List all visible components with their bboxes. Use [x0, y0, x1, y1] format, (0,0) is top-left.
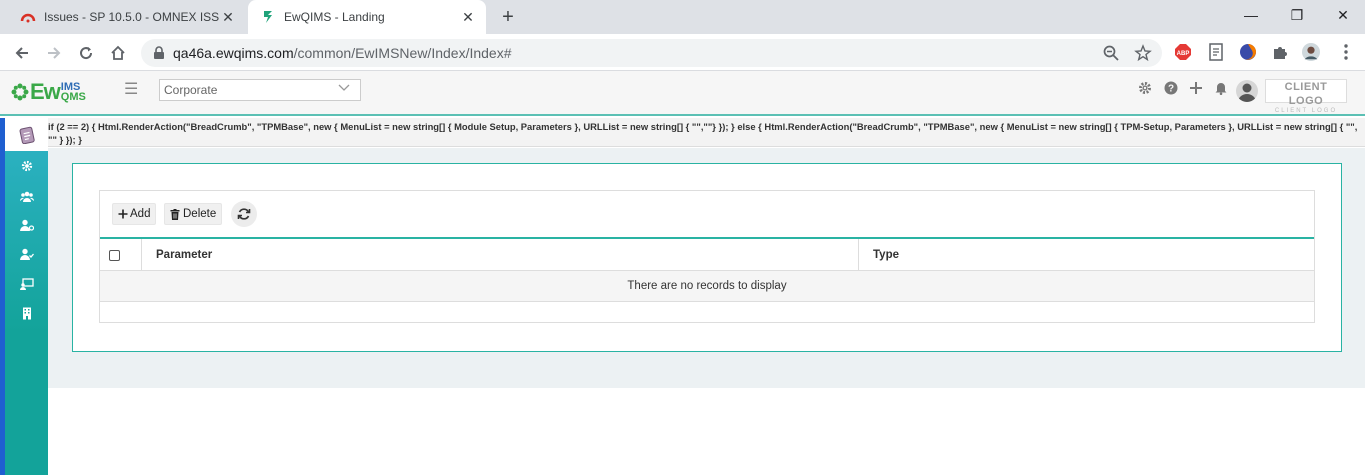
sidebar-item-building[interactable] [5, 305, 48, 321]
refresh-button[interactable] [231, 201, 257, 227]
puzzle-extensions-icon[interactable] [1271, 43, 1289, 61]
add-button-label: Add [130, 208, 151, 220]
client-logo-text: CLIENT LOGO [1284, 81, 1328, 107]
url-text: qa46a.ewqims.com/common/EwIMSNew/Index/I… [173, 45, 512, 61]
sidebar-item-groups[interactable] [5, 188, 48, 204]
column-divider [858, 239, 859, 271]
bookmark-star-icon[interactable] [1134, 44, 1152, 62]
jira-favicon-icon [20, 9, 36, 25]
main-content: Add Delete Parameter Type There are no r… [48, 148, 1365, 388]
logo-suffix: IMS QMS [60, 82, 86, 103]
url-host: qa46a.ewqims.com [173, 45, 294, 61]
column-header-parameter[interactable]: Parameter [156, 239, 856, 271]
minimize-icon[interactable]: — [1228, 0, 1274, 30]
document-extension-icon[interactable] [1207, 43, 1225, 61]
left-sidebar [0, 118, 48, 475]
close-tab-icon[interactable]: ✕ [220, 9, 236, 25]
delete-button[interactable]: Delete [164, 203, 223, 225]
new-tab-icon[interactable]: + [498, 7, 518, 27]
restore-icon[interactable]: ❐ [1274, 0, 1320, 30]
logo-text: Ew [30, 79, 61, 104]
user-check-icon [19, 248, 34, 260]
select-all-cell [100, 239, 142, 271]
sidebar-item-reports[interactable] [5, 276, 48, 292]
ewqims-favicon-icon [260, 9, 276, 25]
plus-icon[interactable] [1188, 80, 1204, 96]
firefox-extension-icon[interactable] [1239, 43, 1257, 61]
profile-avatar-icon[interactable] [1302, 43, 1320, 61]
sidebar-item-home[interactable] [5, 118, 48, 151]
user-cog-icon [19, 219, 34, 231]
grid-toolbar: Add Delete [100, 191, 1314, 237]
users-group-icon [19, 191, 34, 202]
delete-button-label: Delete [183, 208, 217, 220]
back-icon[interactable] [10, 41, 34, 65]
no-records-message: There are no records to display [100, 271, 1314, 302]
close-tab-icon[interactable]: ✕ [460, 9, 476, 25]
breadcrumb: if (2 == 2) { Html.RenderAction("BreadCr… [48, 118, 1365, 147]
trash-icon [170, 208, 180, 220]
column-header-type[interactable]: Type [873, 239, 1273, 271]
sidebar-item-user-check[interactable] [5, 246, 48, 262]
grid-header: Parameter Type [100, 237, 1314, 271]
svg-text:?: ? [1168, 84, 1174, 95]
browser-tab-bar: Issues - SP 10.5.0 - OMNEX ISSUES ✕ EwQI… [0, 0, 1365, 34]
gear-icon[interactable] [1137, 80, 1153, 96]
bell-icon[interactable] [1213, 80, 1229, 96]
reload-icon[interactable] [74, 41, 98, 65]
url-path: /common/EwIMSNew/Index/Index# [293, 45, 512, 61]
help-icon[interactable]: ? [1163, 80, 1179, 96]
plus-icon [118, 209, 128, 219]
browser-tab-ewqims[interactable]: EwQIMS - Landing ✕ [248, 0, 486, 34]
logo-qms: QMS [60, 91, 86, 103]
browser-address-bar: qa46a.ewqims.com/common/EwIMSNew/Index/I… [0, 34, 1365, 71]
building-icon [22, 307, 31, 319]
tab-title: EwQIMS - Landing [284, 10, 385, 24]
home-icon[interactable] [106, 41, 130, 65]
forward-icon[interactable] [42, 41, 66, 65]
clipboard-icon [19, 126, 35, 144]
client-logo-subtext: CLIENT LOGO [1274, 108, 1338, 114]
add-button[interactable]: Add [112, 203, 157, 225]
client-logo: CLIENT LOGO CLIENT LOGO [1265, 79, 1347, 114]
select-all-checkbox[interactable] [109, 250, 120, 261]
organization-select[interactable]: Corporate [159, 79, 361, 101]
organization-select-value: Corporate [164, 83, 218, 97]
menu-toggle-icon[interactable]: ☰ [124, 79, 138, 99]
svg-text:ABP: ABP [1177, 51, 1190, 57]
parameters-panel: Add Delete Parameter Type There are no r… [72, 163, 1342, 352]
browser-tab-issues[interactable]: Issues - SP 10.5.0 - OMNEX ISSUES ✕ [8, 0, 246, 34]
presentation-icon [19, 278, 34, 290]
logo-flower-icon [11, 83, 29, 101]
parameters-grid: Add Delete Parameter Type There are no r… [99, 190, 1315, 323]
refresh-icon [237, 208, 251, 220]
chevron-down-icon [338, 83, 350, 95]
sidebar-item-user-settings[interactable] [5, 217, 48, 233]
close-window-icon[interactable]: ✕ [1320, 0, 1365, 30]
tab-title: Issues - SP 10.5.0 - OMNEX ISSUES [44, 10, 220, 24]
user-avatar[interactable] [1236, 80, 1258, 102]
sidebar-item-settings[interactable] [5, 158, 48, 174]
lock-icon [153, 46, 165, 65]
chrome-menu-icon[interactable] [1337, 43, 1355, 61]
omnibox[interactable]: qa46a.ewqims.com/common/EwIMSNew/Index/I… [141, 39, 1162, 67]
adblock-icon[interactable]: ABP [1174, 43, 1192, 61]
ewqims-logo[interactable]: Ew IMS QMS [10, 77, 86, 107]
gear-icon [21, 160, 32, 172]
app-header: Ew IMS QMS ☰ Corporate ? CLIENT LOGO CLI… [0, 71, 1365, 116]
zoom-icon[interactable] [1102, 44, 1120, 62]
